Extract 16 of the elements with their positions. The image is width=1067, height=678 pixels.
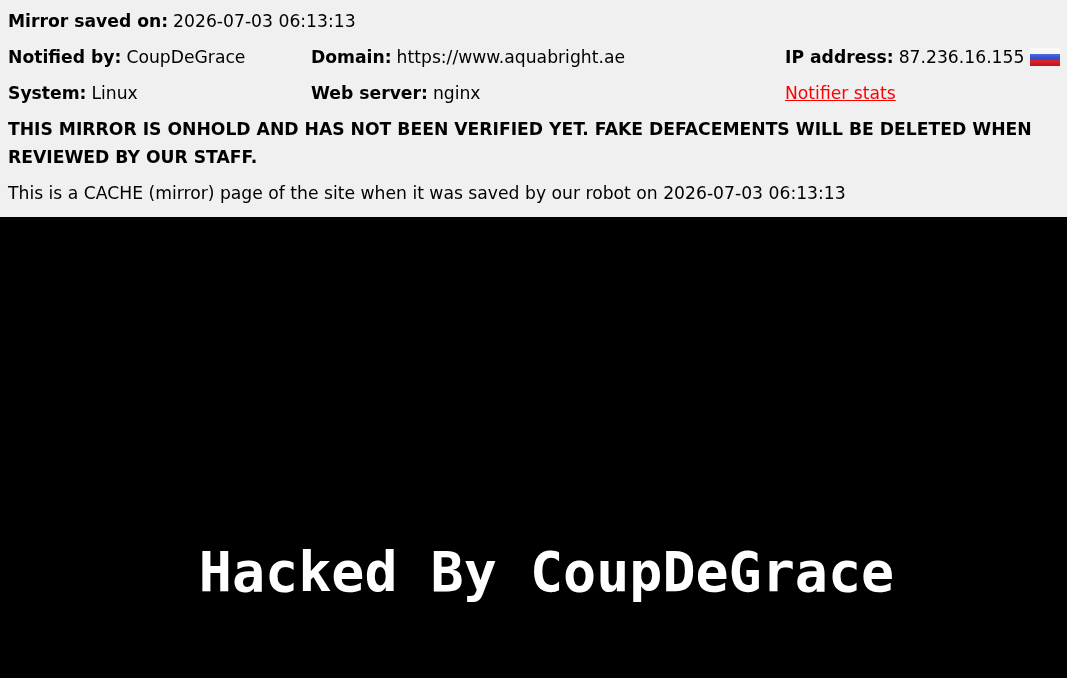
field-value: CoupDeGrace xyxy=(126,47,246,67)
field-label: System: xyxy=(8,83,87,103)
field-value: 87.236.16.155 xyxy=(898,47,1025,67)
field-label: Notified by: xyxy=(8,47,122,67)
hacked-heading: Hacked By CoupDeGrace xyxy=(198,542,895,602)
warning-text: THIS MIRROR IS ONHOLD AND HAS NOT BEEN VERIFIED YET. FAKE DEFACEMENTS WILL BE DELETED WHEN REVIEWED BY OUR STAFF. xyxy=(8,118,1033,169)
field-value: Linux xyxy=(91,83,138,103)
notifier-stats-link[interactable]: Notifier stats xyxy=(785,83,896,103)
field-value: nginx xyxy=(432,83,481,103)
field-label: IP address: xyxy=(785,47,894,67)
cache-note: This is a CACHE (mirror) page of the site when it was saved by our robot on 2026-07-03 06:13:13 xyxy=(8,182,847,205)
field-label: Mirror saved on: xyxy=(8,11,169,31)
field-value: https://www.aquabright.ae xyxy=(396,47,625,67)
field-label: Web server: xyxy=(311,83,428,103)
field-value: 2026-07-03 06:13:13 xyxy=(173,11,356,31)
field-label: Domain: xyxy=(311,47,392,67)
